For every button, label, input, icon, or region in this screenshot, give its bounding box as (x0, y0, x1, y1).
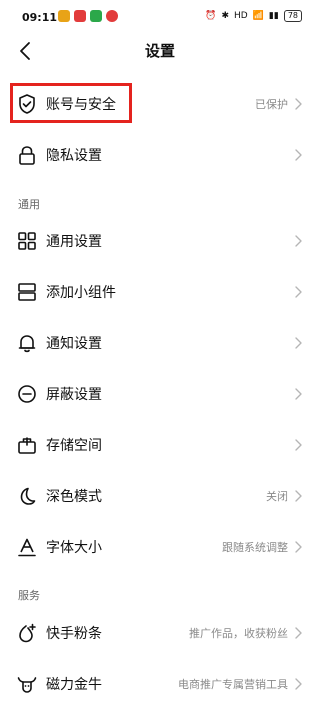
app-notification-icon (74, 10, 86, 22)
settings-item-block[interactable]: 屏蔽设置 (0, 369, 320, 419)
block-icon (18, 385, 36, 403)
notification-icons (58, 10, 118, 22)
settings-item-label: 隐私设置 (46, 148, 102, 164)
boost-icon (19, 623, 36, 643)
settings-item-label: 存储空间 (46, 438, 102, 454)
settings-item-general[interactable]: 通用设置 (0, 216, 320, 266)
section-title-general: 通用 (18, 198, 40, 211)
bull-icon (17, 677, 37, 693)
storage-icon (18, 437, 36, 454)
chevron-right-icon (295, 388, 302, 400)
settings-item-storage[interactable]: 存储空间 (0, 420, 320, 470)
status-time: 09:11 (22, 11, 58, 24)
settings-item-dark-mode[interactable]: 深色模式 关闭 (0, 471, 320, 521)
chevron-right-icon (295, 541, 302, 553)
chevron-right-icon (295, 286, 302, 298)
settings-item-value: 电商推广专属营销工具 (178, 678, 288, 691)
font-icon (18, 538, 36, 557)
lock-icon (19, 146, 35, 165)
chevron-right-icon (295, 439, 302, 451)
settings-item-label: 屏蔽设置 (46, 387, 102, 403)
system-icons: ⏰ ✱ HD 📶 ▮▮ 78 (205, 10, 302, 22)
settings-item-label: 通知设置 (46, 336, 102, 352)
chevron-right-icon (295, 98, 302, 110)
bluetooth-icon: ✱ (221, 11, 229, 21)
app-notification-icon (106, 10, 118, 22)
grid-icon (18, 232, 36, 250)
settings-item-boost[interactable]: 快手粉条 推广作品，收获粉丝 (0, 608, 320, 658)
settings-item-notifications[interactable]: 通知设置 (0, 318, 320, 368)
settings-item-value: 已保护 (255, 98, 288, 111)
chevron-right-icon (295, 490, 302, 502)
chevron-right-icon (295, 627, 302, 639)
highlight-box (10, 83, 132, 123)
settings-item-label: 添加小组件 (46, 285, 116, 301)
app-notification-icon (58, 10, 70, 22)
chevron-right-icon (295, 149, 302, 161)
page-title: 设置 (144, 42, 175, 60)
section-title-services: 服务 (18, 589, 40, 602)
settings-item-label: 快手粉条 (46, 626, 102, 642)
settings-item-label: 深色模式 (46, 489, 102, 505)
settings-item-value: 关闭 (266, 490, 288, 503)
app-notification-icon (90, 10, 102, 22)
widget-icon (18, 283, 36, 301)
settings-item-font-size[interactable]: 字体大小 跟随系统调整 (0, 522, 320, 572)
battery-icon: 78 (283, 10, 302, 22)
chevron-right-icon (295, 337, 302, 349)
settings-item-label: 字体大小 (46, 540, 102, 556)
signal-icon: ▮▮ (268, 11, 279, 21)
settings-item-label: 磁力金牛 (46, 677, 102, 693)
chevron-right-icon (295, 678, 302, 690)
settings-item-value: 跟随系统调整 (222, 541, 288, 554)
chevron-right-icon (295, 235, 302, 247)
settings-item-label: 通用设置 (46, 234, 102, 250)
settings-item-value: 推广作品，收获粉丝 (189, 627, 288, 640)
hd-icon: HD (233, 11, 248, 21)
bell-icon (18, 335, 36, 353)
settings-item-privacy[interactable]: 隐私设置 (0, 130, 320, 180)
settings-item-magnetic-bull[interactable]: 磁力金牛 电商推广专属营销工具 (0, 659, 320, 709)
nav-bar: 设置 (0, 36, 320, 66)
wifi-icon: 📶 (252, 11, 264, 21)
status-bar: 09:11 ⏰ ✱ HD 📶 ▮▮ 78 (0, 0, 320, 36)
settings-item-add-widget[interactable]: 添加小组件 (0, 267, 320, 317)
moon-icon (20, 487, 36, 505)
alarm-icon: ⏰ (205, 11, 217, 21)
